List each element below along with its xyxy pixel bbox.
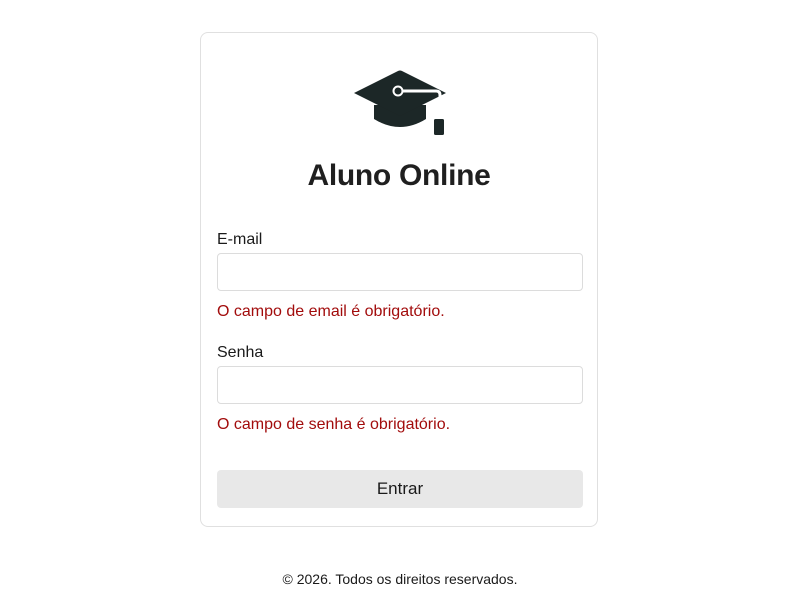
app-title: Aluno Online (307, 159, 491, 192)
login-page: Aluno Online E-mail O campo de email é o… (0, 0, 800, 600)
email-field[interactable] (217, 253, 583, 291)
password-error-message: O campo de senha é obrigatório. (217, 416, 451, 433)
footer-copyright: © 2026. Todos os direitos reservados. (282, 571, 518, 587)
password-field[interactable] (217, 366, 583, 404)
login-card: Aluno Online E-mail O campo de email é o… (200, 32, 598, 527)
graduation-cap-icon (354, 70, 446, 135)
email-label: E-mail (217, 231, 263, 248)
email-error-message: O campo de email é obrigatório. (217, 303, 445, 320)
login-button[interactable]: Entrar (217, 470, 583, 508)
password-label: Senha (217, 344, 264, 361)
